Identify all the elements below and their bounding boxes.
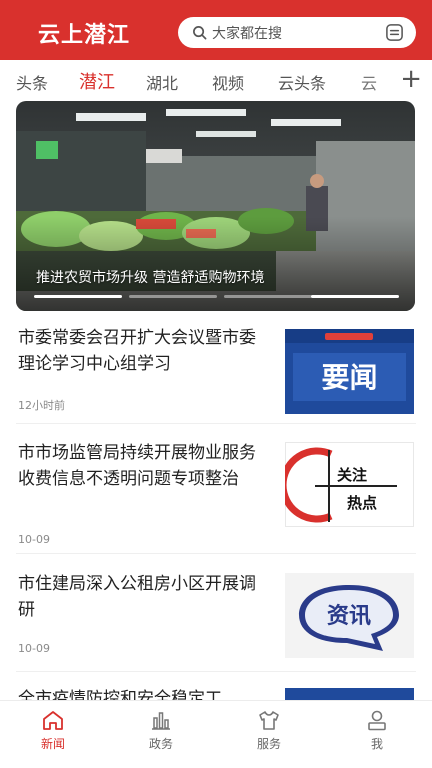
divider — [16, 553, 416, 554]
nav-label: 新闻 — [40, 737, 65, 751]
news-time: 10-09 — [18, 642, 50, 655]
bottom-nav: 新闻 政务 服务 我 — [0, 700, 432, 768]
tab-cloud[interactable]: 云 — [361, 70, 377, 94]
news-title: 市市场监管局持续开展物业服务收费信息不透明问题专项整治 — [18, 443, 256, 489]
slide-dot — [129, 295, 217, 298]
tab-qianjiang[interactable]: 潜江 — [79, 68, 115, 94]
tab-cloud-headlines[interactable]: 云头条 — [278, 70, 326, 94]
nav-me[interactable]: 我 — [342, 709, 412, 752]
news-title: 市住建局深入公租房小区开展调研 — [18, 574, 256, 620]
tab-video[interactable]: 视频 — [212, 70, 244, 94]
add-tab-icon[interactable]: + — [400, 66, 422, 92]
thumb-text: 资讯 — [327, 604, 371, 629]
news-time: 12小时前 — [18, 399, 65, 412]
search-icon — [193, 26, 207, 40]
nav-label: 我 — [370, 737, 383, 751]
nav-government[interactable]: 政务 — [126, 709, 196, 752]
app-header: 云上潜江 大家都在搜 — [0, 0, 432, 60]
news-thumbnail-yaowen: 要闻 — [285, 329, 414, 414]
nav-label: 服务 — [256, 737, 281, 751]
slide-dot — [34, 295, 122, 298]
nav-news[interactable]: 新闻 — [18, 709, 88, 752]
slide-indicator — [34, 295, 399, 298]
banner-caption: 推进农贸市场升级 营造舒适购物环境 — [36, 270, 265, 286]
news-title: 市委常委会召开扩大会议暨市委理论学习中心组学习 — [18, 328, 256, 374]
search-bar[interactable]: 大家都在搜 — [178, 17, 416, 48]
thumb-text: 要闻 — [321, 361, 377, 394]
user-icon — [368, 710, 386, 731]
news-thumbnail-hotspot: 关注热点 — [285, 442, 414, 527]
home-icon — [43, 711, 63, 730]
news-time: 10-09 — [18, 533, 50, 546]
hero-banner[interactable]: 推进农贸市场升级 营造舒适购物环境 — [16, 101, 415, 311]
category-tabs: 头条 潜江 湖北 视频 云头条 云 + — [0, 62, 432, 100]
shirt-icon — [259, 711, 279, 730]
divider — [16, 671, 416, 672]
divider — [16, 423, 416, 424]
scan-icon[interactable] — [385, 23, 404, 42]
tab-hubei[interactable]: 湖北 — [146, 70, 178, 94]
news-thumbnail-zixun: 资讯 — [285, 573, 414, 658]
tab-headlines[interactable]: 头条 — [16, 70, 48, 94]
slide-dot — [311, 295, 399, 298]
app-logo: 云上潜江 — [38, 22, 131, 48]
nav-label: 政务 — [148, 737, 173, 751]
nav-services[interactable]: 服务 — [234, 709, 304, 752]
chart-icon — [152, 712, 170, 730]
slide-dot — [224, 295, 312, 298]
search-placeholder: 大家都在搜 — [212, 26, 282, 42]
